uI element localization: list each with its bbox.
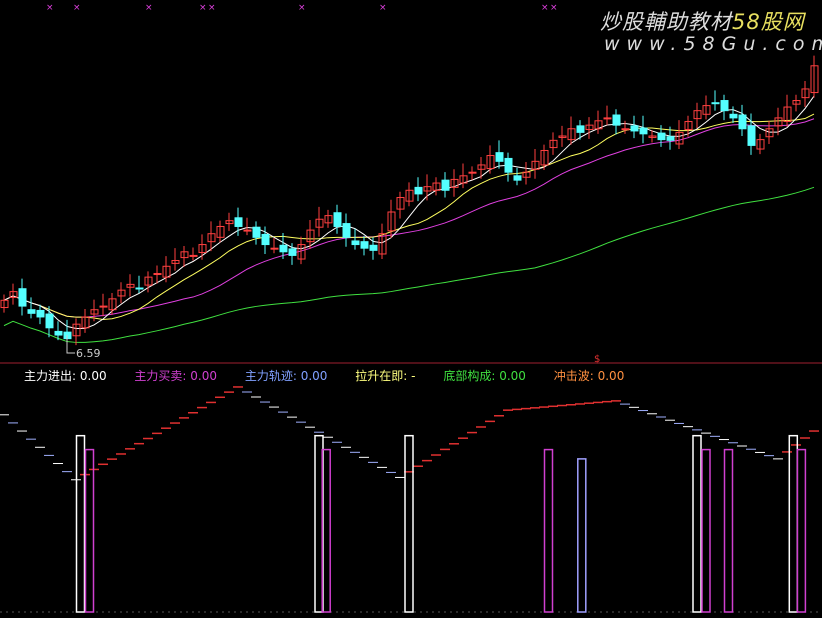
- indicator-legend: 主力进出: 0.00 主力买卖: 0.00 主力轨迹: 0.00 拉升在即: -…: [24, 367, 648, 384]
- candle-body: [135, 287, 144, 290]
- candle-body: [630, 125, 639, 132]
- candle-body: [576, 125, 585, 133]
- candle-body: [252, 226, 261, 238]
- signal-x-marker: ×: [73, 3, 81, 13]
- candle-body: [279, 244, 288, 253]
- chart-canvas: × × × × × × × × ×: [0, 3, 822, 613]
- candle-body: [360, 241, 369, 249]
- candle-body: [513, 175, 522, 181]
- ma60-line: [3, 186, 815, 343]
- signal-x-marker: ×: [46, 3, 54, 13]
- candle-body: [288, 248, 297, 256]
- candle-body: [657, 132, 666, 141]
- signal-bar: [692, 434, 702, 613]
- candle-body: [351, 240, 360, 246]
- signal-bar: [543, 448, 554, 613]
- candle-body: [27, 309, 36, 314]
- watermark-line1: 炒股輔助教材58股网: [600, 10, 805, 34]
- candle-body: [369, 244, 378, 251]
- signal-x-marker: ×: [199, 3, 207, 13]
- signal-marker: $: [594, 354, 601, 365]
- candle-body: [738, 114, 747, 130]
- signal-bar: [796, 448, 807, 613]
- candle-body: [468, 171, 477, 174]
- candle-body: [747, 125, 756, 146]
- candle-body: [639, 127, 648, 135]
- legend-item: 冲击波: 0.00: [553, 369, 625, 383]
- legend-item: 主力买卖: 0.00: [134, 369, 218, 383]
- signal-bar: [701, 448, 711, 613]
- candle-body: [45, 313, 54, 329]
- candle-body: [711, 102, 720, 105]
- candle-body: [36, 309, 45, 318]
- ma20-line: [3, 118, 815, 318]
- signal-bar: [404, 434, 414, 613]
- signal-x-marker: ×: [541, 3, 549, 13]
- candle-body: [153, 273, 162, 276]
- legend-item: 拉升在即: -: [355, 369, 416, 383]
- candle-body: [333, 212, 342, 227]
- candle-body: [441, 179, 450, 191]
- signal-bar: [788, 434, 799, 613]
- legend-item: 主力轨迹: 0.00: [244, 369, 328, 383]
- candle-body: [234, 217, 243, 227]
- candle-body: [18, 288, 27, 307]
- signal-x-marker: ×: [208, 3, 216, 13]
- candle-body: [720, 100, 729, 112]
- candle-body: [729, 113, 738, 119]
- candle-body: [666, 136, 675, 141]
- signal-x-marker: ×: [550, 3, 558, 13]
- signal-x-marker: ×: [298, 3, 306, 13]
- signal-bar: [723, 448, 734, 613]
- signal-x-marker: ×: [145, 3, 153, 13]
- candle-body: [495, 152, 504, 162]
- signal-bar: [577, 458, 587, 613]
- candle-body: [243, 229, 252, 232]
- candle-body: [621, 128, 630, 131]
- candle-body: [414, 186, 423, 195]
- candle-body: [54, 330, 63, 336]
- candle-body: [612, 114, 621, 126]
- candle-body: [603, 117, 612, 120]
- signal-bar: [75, 434, 86, 613]
- legend-item: 底部构成: 0.00: [443, 369, 526, 383]
- low-price-label: 6.59: [76, 347, 101, 360]
- candle-body: [189, 254, 198, 257]
- candle-body: [261, 233, 270, 246]
- candle-body: [342, 223, 351, 238]
- stock-chart: × × × × × × × × × 炒股輔助教材58股网 www.58Gu.com 6.59 $…: [0, 0, 822, 618]
- watermark-line2: www.58Gu.com: [604, 33, 822, 55]
- candle-body: [99, 305, 108, 308]
- legend-item: 主力进出: 0.00: [24, 369, 107, 383]
- candle-body: [504, 157, 513, 173]
- signal-x-marker: ×: [379, 3, 387, 13]
- candle-body: [270, 247, 279, 250]
